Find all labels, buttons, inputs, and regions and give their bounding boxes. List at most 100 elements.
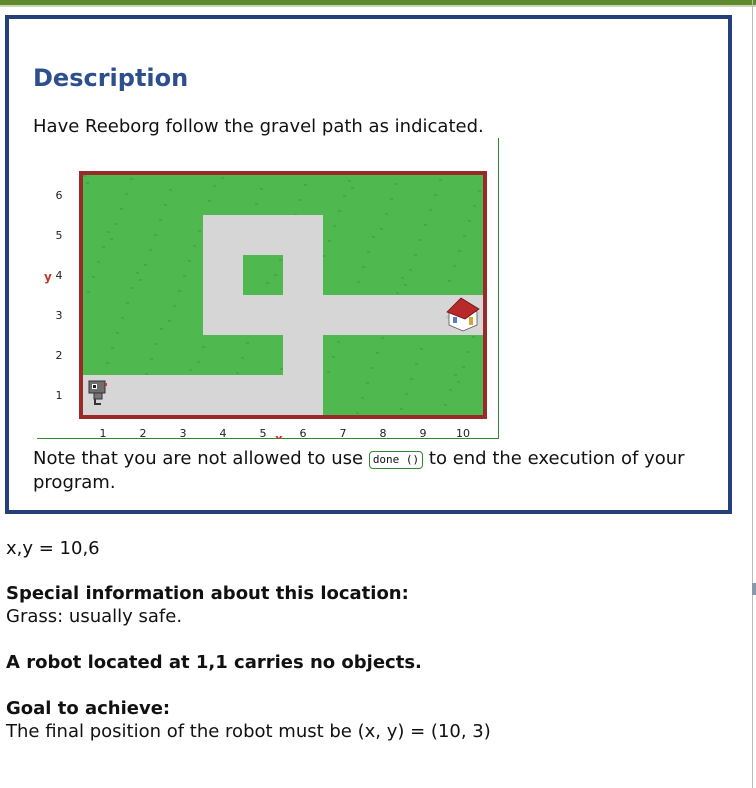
grass-texture <box>121 317 124 319</box>
grass-texture <box>280 368 283 370</box>
grass-texture <box>110 238 113 240</box>
grass-texture <box>478 190 481 192</box>
grass-texture <box>169 189 172 191</box>
world-frame: 1 2 3 4 5 6 7 8 9 10 1 2 3 4 5 6 x y <box>37 138 499 446</box>
grass-texture <box>454 374 457 376</box>
grass-texture <box>188 260 191 262</box>
grass-texture <box>338 210 341 212</box>
grass-texture <box>197 361 200 363</box>
y-tick-label: 6 <box>56 189 63 202</box>
y-tick-label: 4 <box>56 269 63 282</box>
grass-texture <box>183 275 186 277</box>
grass-texture <box>366 382 369 384</box>
grass-texture <box>337 341 340 343</box>
y-tick-label: 3 <box>56 309 63 322</box>
grass-texture <box>178 290 181 292</box>
scrollbar-thumb[interactable] <box>752 583 756 595</box>
grass-texture <box>246 342 249 344</box>
special-info-heading: Special information about this location: <box>6 583 409 604</box>
special-info-text: Grass: usually safe. <box>6 606 183 627</box>
grass-texture <box>150 358 153 360</box>
grass-texture <box>473 205 476 207</box>
y-tick-label: 5 <box>56 229 63 242</box>
grass-texture <box>236 372 239 374</box>
grass-texture <box>92 276 95 278</box>
description-intro: Have Reeborg follow the gravel path as i… <box>33 116 484 137</box>
done-code-button[interactable]: done () <box>368 451 424 469</box>
robot-light <box>105 383 107 386</box>
grass-texture <box>274 274 277 276</box>
grass-texture <box>323 255 326 257</box>
grass-texture <box>193 245 196 247</box>
grass-texture <box>429 209 432 211</box>
grass-texture <box>439 179 442 181</box>
coords-readout: x,y = 10,6 <box>6 538 100 559</box>
grass-texture <box>424 224 427 226</box>
grass-texture <box>221 177 224 179</box>
goal-text: The final position of the robot must be … <box>6 721 491 742</box>
x-tick-label: 10 <box>456 427 470 439</box>
grass-texture <box>409 269 412 271</box>
grass-texture <box>279 259 282 261</box>
gravel-tile <box>363 295 403 335</box>
grass-texture <box>362 266 365 268</box>
grass-texture <box>83 175 86 177</box>
grass-texture <box>107 231 110 233</box>
top-accent-bar-shadow <box>0 5 756 7</box>
grass-texture <box>372 236 375 238</box>
gravel-tile <box>203 295 243 335</box>
x-tick-label: 8 <box>380 427 387 439</box>
grass-texture <box>154 234 157 236</box>
description-panel: Description Have Reeborg follow the grav… <box>5 15 732 514</box>
grass-texture <box>139 279 142 281</box>
grass-texture <box>405 393 408 395</box>
grass-texture <box>168 320 171 322</box>
grass-texture <box>333 225 336 227</box>
x-tick-label: 3 <box>180 427 187 439</box>
gravel-tile <box>243 215 283 255</box>
grass-texture <box>120 208 123 210</box>
gravel-tile <box>403 295 443 335</box>
grass-texture <box>404 284 407 286</box>
grass-texture <box>410 378 413 380</box>
grass-texture <box>160 328 163 330</box>
gravel-tile <box>283 215 323 255</box>
grass-texture <box>356 412 359 414</box>
grass-texture <box>260 188 263 190</box>
grass-texture <box>208 200 211 202</box>
grass-texture <box>136 272 139 274</box>
grass-texture <box>255 203 258 205</box>
grass-texture <box>453 265 456 267</box>
grass-texture <box>299 199 302 201</box>
grass-texture <box>130 178 133 180</box>
y-axis-label: y <box>44 270 52 284</box>
grass-texture <box>357 281 360 283</box>
world-map: 1 2 3 4 5 6 7 8 9 10 1 2 3 4 5 6 x y <box>44 171 487 446</box>
grass-texture <box>145 373 148 375</box>
x-tick-label: 7 <box>340 427 347 439</box>
grass-texture <box>348 180 351 182</box>
home-door <box>469 317 473 325</box>
grass-texture <box>367 251 370 253</box>
scrollbar-track[interactable] <box>752 0 753 788</box>
grass-texture <box>106 362 109 364</box>
gravel-tile <box>203 215 243 255</box>
grass-texture <box>202 346 205 348</box>
grass-texture <box>327 371 330 373</box>
grass-texture <box>472 336 475 338</box>
grass-texture <box>86 182 89 184</box>
grass-texture <box>467 351 470 353</box>
grass-texture <box>400 408 403 410</box>
grass-texture <box>468 220 471 222</box>
grass-texture <box>457 381 460 383</box>
gravel-tile <box>283 255 323 295</box>
grass-texture <box>401 277 404 279</box>
grass-texture <box>304 184 307 186</box>
grass-texture <box>444 404 447 406</box>
grass-texture <box>449 389 452 391</box>
grass-texture <box>351 187 354 189</box>
robot-foot <box>94 403 101 405</box>
grass-texture <box>164 204 167 206</box>
grass-texture <box>380 228 383 230</box>
grass-texture <box>420 348 423 350</box>
